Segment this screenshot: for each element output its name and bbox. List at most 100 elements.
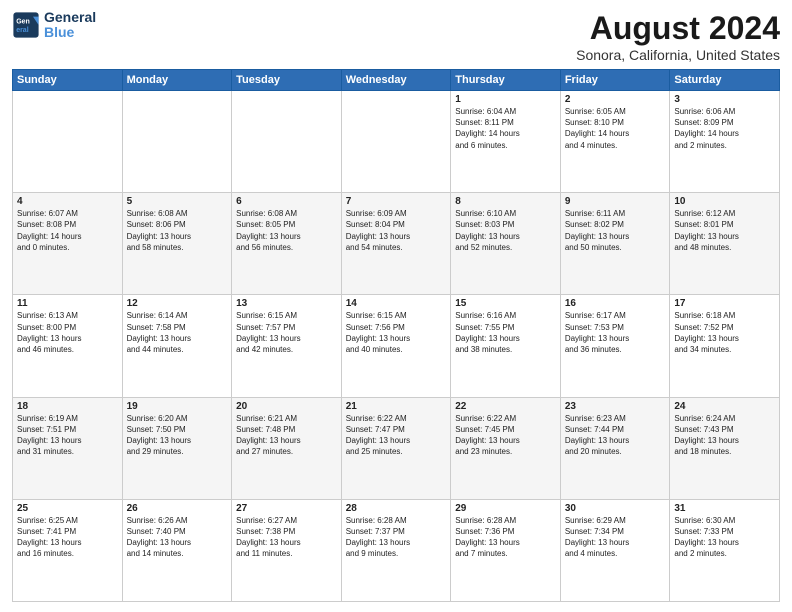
- day-info: Sunrise: 6:15 AM Sunset: 7:56 PM Dayligh…: [346, 310, 447, 355]
- col-header-friday: Friday: [560, 70, 670, 91]
- day-cell: 26Sunrise: 6:26 AM Sunset: 7:40 PM Dayli…: [122, 499, 232, 601]
- col-header-saturday: Saturday: [670, 70, 780, 91]
- col-header-monday: Monday: [122, 70, 232, 91]
- week-row-4: 25Sunrise: 6:25 AM Sunset: 7:41 PM Dayli…: [13, 499, 780, 601]
- day-number: 19: [127, 401, 228, 412]
- day-cell: 22Sunrise: 6:22 AM Sunset: 7:45 PM Dayli…: [451, 397, 561, 499]
- day-number: 28: [346, 503, 447, 514]
- logo-icon: Gen eral: [12, 11, 40, 39]
- day-cell: 16Sunrise: 6:17 AM Sunset: 7:53 PM Dayli…: [560, 295, 670, 397]
- col-header-tuesday: Tuesday: [232, 70, 342, 91]
- title-block: August 2024 Sonora, California, United S…: [576, 10, 780, 63]
- day-number: 6: [236, 196, 337, 207]
- day-info: Sunrise: 6:13 AM Sunset: 8:00 PM Dayligh…: [17, 310, 118, 355]
- day-number: 10: [674, 196, 775, 207]
- day-number: 27: [236, 503, 337, 514]
- svg-text:Gen: Gen: [16, 19, 30, 26]
- col-header-wednesday: Wednesday: [341, 70, 451, 91]
- day-number: 4: [17, 196, 118, 207]
- day-cell: 27Sunrise: 6:27 AM Sunset: 7:38 PM Dayli…: [232, 499, 342, 601]
- day-cell: 17Sunrise: 6:18 AM Sunset: 7:52 PM Dayli…: [670, 295, 780, 397]
- day-number: 11: [17, 298, 118, 309]
- day-cell: 21Sunrise: 6:22 AM Sunset: 7:47 PM Dayli…: [341, 397, 451, 499]
- day-info: Sunrise: 6:30 AM Sunset: 7:33 PM Dayligh…: [674, 515, 775, 560]
- day-cell: 30Sunrise: 6:29 AM Sunset: 7:34 PM Dayli…: [560, 499, 670, 601]
- day-cell: 29Sunrise: 6:28 AM Sunset: 7:36 PM Dayli…: [451, 499, 561, 601]
- day-cell: [13, 91, 123, 193]
- day-info: Sunrise: 6:14 AM Sunset: 7:58 PM Dayligh…: [127, 310, 228, 355]
- day-cell: 8Sunrise: 6:10 AM Sunset: 8:03 PM Daylig…: [451, 193, 561, 295]
- day-number: 7: [346, 196, 447, 207]
- day-info: Sunrise: 6:12 AM Sunset: 8:01 PM Dayligh…: [674, 208, 775, 253]
- day-cell: 23Sunrise: 6:23 AM Sunset: 7:44 PM Dayli…: [560, 397, 670, 499]
- day-cell: 24Sunrise: 6:24 AM Sunset: 7:43 PM Dayli…: [670, 397, 780, 499]
- day-cell: [122, 91, 232, 193]
- logo-line1: General: [44, 10, 96, 25]
- day-info: Sunrise: 6:11 AM Sunset: 8:02 PM Dayligh…: [565, 208, 666, 253]
- main-title: August 2024: [576, 10, 780, 47]
- day-number: 21: [346, 401, 447, 412]
- day-cell: 19Sunrise: 6:20 AM Sunset: 7:50 PM Dayli…: [122, 397, 232, 499]
- day-info: Sunrise: 6:08 AM Sunset: 8:06 PM Dayligh…: [127, 208, 228, 253]
- day-number: 9: [565, 196, 666, 207]
- day-cell: 5Sunrise: 6:08 AM Sunset: 8:06 PM Daylig…: [122, 193, 232, 295]
- day-info: Sunrise: 6:20 AM Sunset: 7:50 PM Dayligh…: [127, 413, 228, 458]
- logo: Gen eral General Blue: [12, 10, 96, 41]
- week-row-2: 11Sunrise: 6:13 AM Sunset: 8:00 PM Dayli…: [13, 295, 780, 397]
- day-cell: 9Sunrise: 6:11 AM Sunset: 8:02 PM Daylig…: [560, 193, 670, 295]
- day-cell: 31Sunrise: 6:30 AM Sunset: 7:33 PM Dayli…: [670, 499, 780, 601]
- day-info: Sunrise: 6:04 AM Sunset: 8:11 PM Dayligh…: [455, 106, 556, 151]
- day-number: 1: [455, 94, 556, 105]
- day-cell: 20Sunrise: 6:21 AM Sunset: 7:48 PM Dayli…: [232, 397, 342, 499]
- logo-text: General Blue: [44, 10, 96, 41]
- svg-text:eral: eral: [16, 27, 29, 34]
- day-cell: 4Sunrise: 6:07 AM Sunset: 8:08 PM Daylig…: [13, 193, 123, 295]
- day-number: 20: [236, 401, 337, 412]
- day-cell: 11Sunrise: 6:13 AM Sunset: 8:00 PM Dayli…: [13, 295, 123, 397]
- day-cell: 28Sunrise: 6:28 AM Sunset: 7:37 PM Dayli…: [341, 499, 451, 601]
- day-number: 25: [17, 503, 118, 514]
- day-number: 3: [674, 94, 775, 105]
- day-number: 26: [127, 503, 228, 514]
- day-info: Sunrise: 6:16 AM Sunset: 7:55 PM Dayligh…: [455, 310, 556, 355]
- day-number: 30: [565, 503, 666, 514]
- day-info: Sunrise: 6:24 AM Sunset: 7:43 PM Dayligh…: [674, 413, 775, 458]
- day-info: Sunrise: 6:05 AM Sunset: 8:10 PM Dayligh…: [565, 106, 666, 151]
- day-info: Sunrise: 6:09 AM Sunset: 8:04 PM Dayligh…: [346, 208, 447, 253]
- day-cell: 18Sunrise: 6:19 AM Sunset: 7:51 PM Dayli…: [13, 397, 123, 499]
- day-info: Sunrise: 6:28 AM Sunset: 7:36 PM Dayligh…: [455, 515, 556, 560]
- day-number: 18: [17, 401, 118, 412]
- day-info: Sunrise: 6:15 AM Sunset: 7:57 PM Dayligh…: [236, 310, 337, 355]
- logo-line2: Blue: [44, 25, 96, 40]
- day-info: Sunrise: 6:19 AM Sunset: 7:51 PM Dayligh…: [17, 413, 118, 458]
- day-number: 12: [127, 298, 228, 309]
- day-info: Sunrise: 6:27 AM Sunset: 7:38 PM Dayligh…: [236, 515, 337, 560]
- day-cell: 13Sunrise: 6:15 AM Sunset: 7:57 PM Dayli…: [232, 295, 342, 397]
- day-cell: 12Sunrise: 6:14 AM Sunset: 7:58 PM Dayli…: [122, 295, 232, 397]
- calendar-header-row: SundayMondayTuesdayWednesdayThursdayFrid…: [13, 70, 780, 91]
- day-cell: 6Sunrise: 6:08 AM Sunset: 8:05 PM Daylig…: [232, 193, 342, 295]
- day-cell: 25Sunrise: 6:25 AM Sunset: 7:41 PM Dayli…: [13, 499, 123, 601]
- day-info: Sunrise: 6:26 AM Sunset: 7:40 PM Dayligh…: [127, 515, 228, 560]
- calendar-table: SundayMondayTuesdayWednesdayThursdayFrid…: [12, 69, 780, 602]
- day-cell: 3Sunrise: 6:06 AM Sunset: 8:09 PM Daylig…: [670, 91, 780, 193]
- day-cell: [341, 91, 451, 193]
- day-number: 17: [674, 298, 775, 309]
- day-info: Sunrise: 6:23 AM Sunset: 7:44 PM Dayligh…: [565, 413, 666, 458]
- day-number: 22: [455, 401, 556, 412]
- day-info: Sunrise: 6:08 AM Sunset: 8:05 PM Dayligh…: [236, 208, 337, 253]
- col-header-thursday: Thursday: [451, 70, 561, 91]
- page: Gen eral General Blue August 2024 Sonora…: [0, 0, 792, 612]
- day-number: 13: [236, 298, 337, 309]
- day-cell: 7Sunrise: 6:09 AM Sunset: 8:04 PM Daylig…: [341, 193, 451, 295]
- day-number: 29: [455, 503, 556, 514]
- day-info: Sunrise: 6:21 AM Sunset: 7:48 PM Dayligh…: [236, 413, 337, 458]
- day-number: 14: [346, 298, 447, 309]
- day-info: Sunrise: 6:18 AM Sunset: 7:52 PM Dayligh…: [674, 310, 775, 355]
- day-info: Sunrise: 6:29 AM Sunset: 7:34 PM Dayligh…: [565, 515, 666, 560]
- day-number: 31: [674, 503, 775, 514]
- day-info: Sunrise: 6:28 AM Sunset: 7:37 PM Dayligh…: [346, 515, 447, 560]
- day-cell: 1Sunrise: 6:04 AM Sunset: 8:11 PM Daylig…: [451, 91, 561, 193]
- day-cell: 10Sunrise: 6:12 AM Sunset: 8:01 PM Dayli…: [670, 193, 780, 295]
- col-header-sunday: Sunday: [13, 70, 123, 91]
